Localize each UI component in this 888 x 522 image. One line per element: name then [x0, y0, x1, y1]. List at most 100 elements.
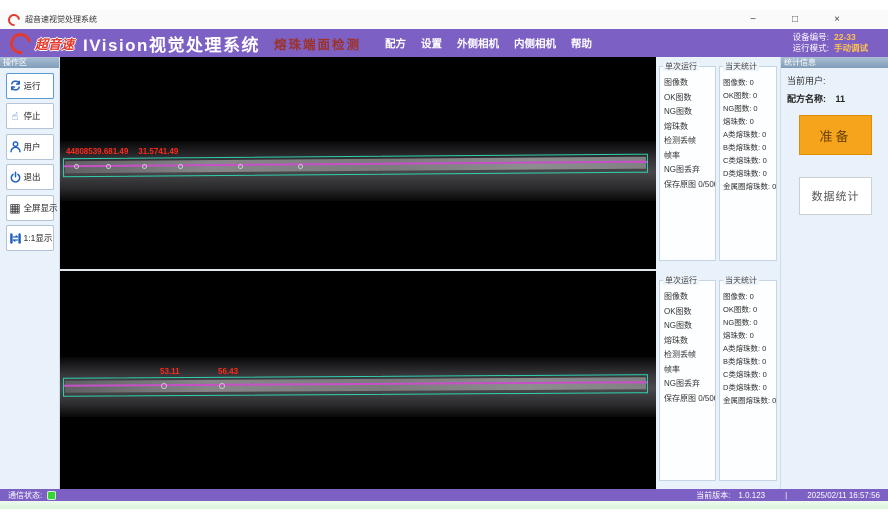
stat-row: 熔珠数: [664, 334, 715, 349]
comm-status: 通信状态:: [8, 490, 56, 501]
stat-row: C类熔珠数: 0: [723, 368, 776, 381]
roi-rectangle: [63, 374, 648, 397]
stat-row: 图像数: [664, 290, 715, 305]
stat-row: NG图数: 0: [723, 316, 776, 329]
run-mode-label: 运行模式:: [793, 43, 829, 54]
version-info: 当前版本: 1.0.123 | 2025/02/11 16:57:56: [696, 490, 880, 501]
app-title: IVision视觉处理系统: [83, 31, 260, 56]
fullscreen-button-label: 全屏显示: [24, 202, 58, 214]
menu-settings[interactable]: 设置: [421, 36, 442, 51]
current-user-label: 当前用户:: [787, 74, 888, 87]
status-bar: 通信状态: 当前版本: 1.0.123 | 2025/02/11 16:57:5…: [0, 489, 888, 501]
stat-row: OK图数: [664, 305, 715, 320]
menu-outer-camera[interactable]: 外侧相机: [457, 36, 499, 51]
run-mode-value: 手动调试: [834, 43, 878, 54]
stats-section-inner: 单次运行 图像数 OK图数 NG图数 熔珠数 检测丢帧 帧率 NG图丢弃 保存原…: [656, 271, 780, 489]
one-to-one-button-label: 1:1显示: [24, 232, 53, 244]
stat-row: A类熔珠数: 0: [723, 342, 776, 355]
measurement-text: 53.11: [160, 367, 180, 376]
device-number-value: 22-33: [834, 32, 878, 43]
detection-point: [142, 164, 147, 169]
run-loop-icon: [8, 79, 23, 92]
stat-row: 图像数: [664, 76, 715, 91]
stat-row: NG图丢弃: [664, 377, 715, 392]
info-panel-title: 统计信息: [781, 57, 888, 68]
measurement-text: 56.43: [218, 367, 238, 376]
version-value: 1.0.123: [738, 491, 765, 500]
stats-section-outer: 单次运行 图像数 OK图数 NG图数 熔珠数 检测丢帧 帧率 NG图丢弃 保存原…: [656, 57, 780, 269]
run-button[interactable]: 运行: [6, 73, 54, 99]
measurement-text: 31.5741.49: [138, 147, 178, 156]
fullscreen-button[interactable]: ▦ 全屏显示: [6, 195, 54, 221]
stat-row: C类熔珠数: 0: [723, 154, 776, 167]
menu-bar: 配方 设置 外侧相机 内侧相机 帮助: [385, 36, 592, 51]
power-icon: [8, 171, 23, 184]
stat-row: 金属圈熔珠数: 0: [723, 180, 776, 193]
exit-button[interactable]: 退出: [6, 164, 54, 190]
camera-view-outer: 44808539.681.49 31.5741.49: [60, 57, 656, 269]
menu-recipe[interactable]: 配方: [385, 36, 406, 51]
single-run-groupbox: 单次运行 图像数 OK图数 NG图数 熔珠数 检测丢帧 帧率 NG图丢弃 保存原…: [659, 66, 716, 261]
stat-row: 图像数: 0: [723, 76, 776, 89]
inner-strip-image: 53.11 56.43: [60, 357, 656, 417]
today-stats-groupbox: 当天统计 图像数: 0 OK图数: 0 NG图数: 0 熔珠数: 0 A类熔珠数…: [719, 66, 777, 261]
stat-row: 熔珠数: [664, 120, 715, 135]
app-logo-icon: [6, 11, 23, 28]
user-button-label: 用户: [24, 141, 41, 153]
operation-sidebar: 操作区 运行 ☝ 停止 用户: [0, 57, 60, 489]
recipe-name-row: 配方名称: 11: [787, 92, 888, 105]
datetime: 2025/02/11 16:57:56: [807, 491, 880, 500]
stat-row: B类熔珠数: 0: [723, 355, 776, 368]
window-controls: − □ ×: [746, 10, 844, 29]
brand-logo-icon: [6, 28, 35, 57]
stat-row: D类熔珠数: 0: [723, 381, 776, 394]
stat-row: NG图数: 0: [723, 102, 776, 115]
stat-row: 检测丢帧: [664, 134, 715, 149]
detection-point: [238, 164, 243, 169]
stat-row: 检测丢帧: [664, 348, 715, 363]
comm-status-label: 通信状态:: [8, 490, 42, 501]
groupbox-title: 当天统计: [723, 62, 759, 71]
menu-inner-camera[interactable]: 内侧相机: [514, 36, 556, 51]
minimize-button[interactable]: −: [746, 10, 760, 29]
user-button[interactable]: 用户: [6, 134, 54, 160]
stat-row: 帧率: [664, 363, 715, 378]
data-statistics-button[interactable]: 数据统计: [799, 177, 872, 215]
stat-row: OK图数: [664, 91, 715, 106]
window-title: 超音速视觉处理系统: [25, 14, 97, 25]
stat-row: OK图数: 0: [723, 303, 776, 316]
detection-point: [178, 164, 183, 169]
stop-button[interactable]: ☝ 停止: [6, 103, 54, 129]
stat-row: 熔珠数: 0: [723, 115, 776, 128]
outer-strip-image: 44808539.681.49 31.5741.49: [60, 141, 656, 201]
brand-name: 超音速: [35, 34, 74, 53]
stat-row: D类熔珠数: 0: [723, 167, 776, 180]
detection-point: [219, 383, 225, 389]
roi-rectangle: [63, 154, 648, 178]
taskbar-strip: [0, 501, 888, 509]
menu-help[interactable]: 帮助: [571, 36, 592, 51]
stop-button-label: 停止: [24, 110, 41, 122]
single-run-groupbox: 单次运行 图像数 OK图数 NG图数 熔珠数 检测丢帧 帧率 NG图丢弃 保存原…: [659, 280, 716, 481]
detection-point: [74, 164, 79, 169]
app-window: 超音速视觉处理系统 − □ × 超音速 IVision视觉处理系统 熔珠端面检测…: [0, 0, 888, 522]
detection-point: [106, 164, 111, 169]
stat-row: 帧率: [664, 149, 715, 164]
maximize-button[interactable]: □: [788, 10, 802, 29]
groupbox-title: 单次运行: [663, 62, 699, 71]
exit-button-label: 退出: [24, 171, 41, 183]
recipe-name-value: 11: [836, 94, 846, 104]
fullscreen-grid-icon: ▦: [8, 201, 23, 215]
stat-row: B类熔珠数: 0: [723, 141, 776, 154]
stat-row: 图像数: 0: [723, 290, 776, 303]
sidebar-title: 操作区: [0, 57, 59, 68]
stat-row: NG图数: [664, 319, 715, 334]
stat-row: 熔珠数: 0: [723, 329, 776, 342]
close-button[interactable]: ×: [830, 10, 844, 29]
one-to-one-button[interactable]: 1:1显示: [6, 225, 54, 251]
stat-row: A类熔珠数: 0: [723, 128, 776, 141]
groupbox-title: 当天统计: [723, 276, 759, 285]
run-button-label: 运行: [24, 80, 41, 92]
app-header: 超音速 IVision视觉处理系统 熔珠端面检测 配方 设置 外侧相机 内侧相机…: [0, 29, 888, 57]
ready-button[interactable]: 准备: [799, 115, 872, 155]
